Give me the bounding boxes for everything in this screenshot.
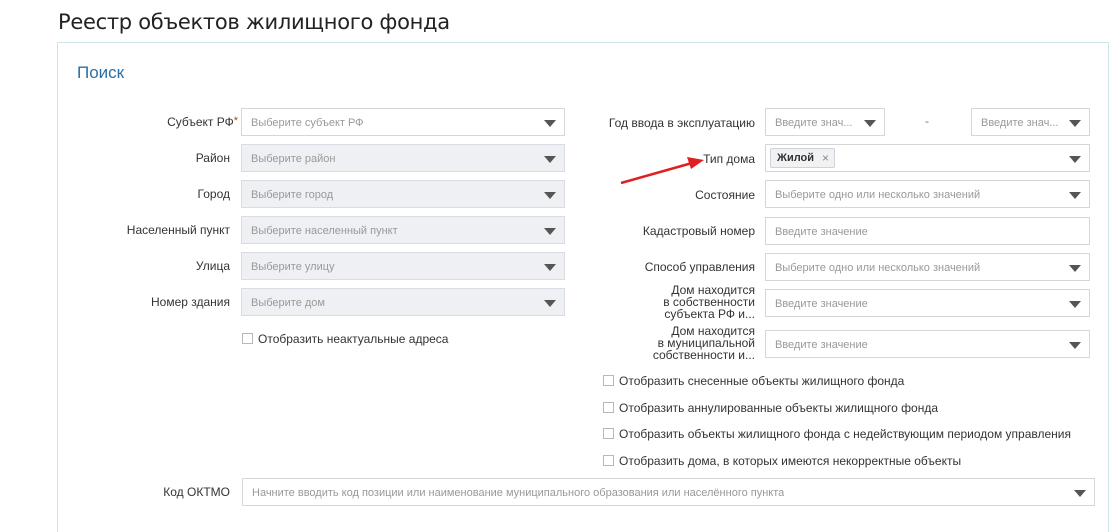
arrow-head (687, 157, 704, 169)
annotation-arrow (620, 157, 704, 185)
arrow-line (620, 161, 693, 185)
